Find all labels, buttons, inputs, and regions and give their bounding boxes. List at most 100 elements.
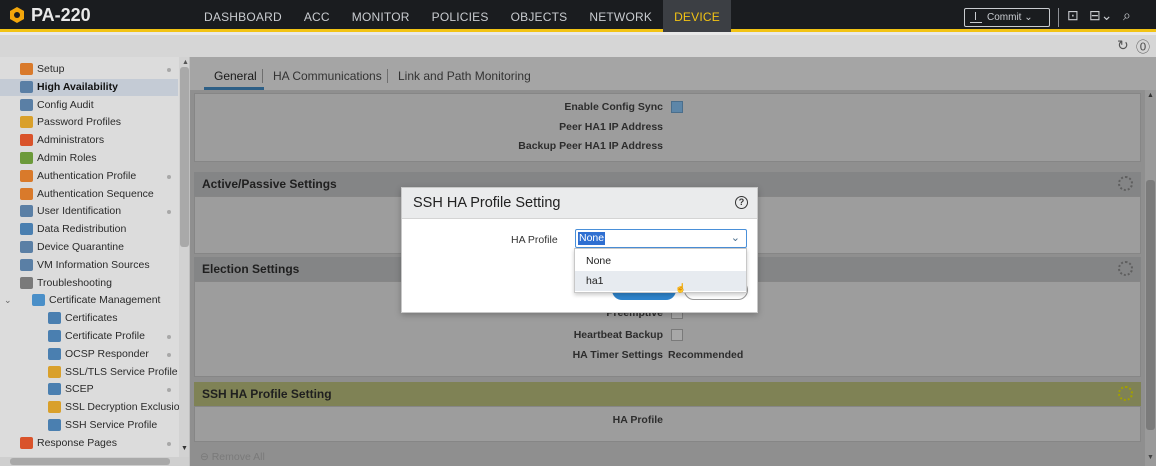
tab-link-path-monitoring[interactable]: Link and Path Monitoring <box>398 69 531 83</box>
sidebar-item-ssl-decryption-exclusion[interactable]: SSL Decryption Exclusion <box>0 399 185 416</box>
sidebar-item-vm-information-sources[interactable]: VM Information Sources <box>0 257 178 274</box>
sidebar-item-authentication-sequence[interactable]: Authentication Sequence <box>0 186 178 203</box>
field-label: Backup Peer HA1 IP Address <box>518 140 663 152</box>
sidebar-item-label: Device Quarantine <box>37 241 124 253</box>
section-title: Election Settings <box>202 262 300 276</box>
chevron-down-icon[interactable]: ⌄ <box>4 292 12 309</box>
nav-tab-acc[interactable]: ACC <box>293 0 341 32</box>
scroll-up-icon[interactable]: ▲ <box>1147 92 1154 99</box>
sidebar-item-administrators[interactable]: Administrators <box>0 132 178 149</box>
roles-icon <box>20 152 33 164</box>
sidebar-item-certificate-profile[interactable]: Certificate Profile <box>0 328 178 345</box>
top-nav-bar: PA-220 DASHBOARD ACC MONITOR POLICIES OB… <box>0 0 1156 32</box>
sidebar-item-ssl-tls-service-profile[interactable]: SSL/TLS Service Profile <box>0 364 178 381</box>
tab-general[interactable]: General <box>214 69 257 83</box>
nav-tab-device[interactable]: DEVICE <box>663 0 731 32</box>
dropdown-option-ha1[interactable]: ha1 <box>575 271 746 291</box>
help-icon[interactable]: ? <box>735 196 748 209</box>
refresh-icon[interactable]: ↻ <box>1117 37 1129 54</box>
nav-tab-objects[interactable]: OBJECTS <box>500 0 579 32</box>
divider <box>262 69 263 83</box>
status-dot <box>167 68 171 72</box>
divider <box>387 69 388 83</box>
sidebar-item-label: SSH Service Profile <box>65 419 158 431</box>
sidebar-item-scep[interactable]: SCEP <box>0 381 178 398</box>
scroll-down-icon[interactable]: ▼ <box>181 445 188 452</box>
sidebar-item-ssh-service-profile[interactable]: SSH Service Profile <box>0 417 178 434</box>
nav-tab-network[interactable]: NETWORK <box>578 0 663 32</box>
help-icon[interactable]: ⓪ <box>1136 37 1150 57</box>
sidebar-item-label: OCSP Responder <box>65 347 149 360</box>
lock-config-icon[interactable]: ⊡ <box>1067 7 1079 24</box>
sidebar-item-high-availability[interactable]: High Availability <box>0 78 178 96</box>
search-icon[interactable]: ⌕ <box>1123 7 1131 24</box>
paloalto-logo-icon <box>8 6 26 24</box>
sidebar-item-label: SSL/TLS Service Profile <box>65 365 178 378</box>
nav-tab-policies[interactable]: POLICIES <box>421 0 500 32</box>
tab-ha-communications[interactable]: HA Communications <box>273 69 382 83</box>
troubleshoot-icon <box>20 276 33 289</box>
sidebar-item-authentication-profile[interactable]: Authentication Profile <box>0 168 178 185</box>
sidebar-item-label: High Availability <box>37 80 118 93</box>
ssh-ha-profile-panel <box>194 406 1141 442</box>
redistribution-icon <box>20 223 33 236</box>
sidebar-item-label: Certificates <box>65 312 118 325</box>
sidebar-item-label: Certificate Profile <box>65 330 145 342</box>
remove-all-button[interactable]: ⊖ Remove All <box>200 451 265 463</box>
nav-tab-monitor[interactable]: MONITOR <box>341 0 421 32</box>
sidebar-item-admin-roles[interactable]: Admin Roles <box>0 150 178 167</box>
sidebar-scrollbar[interactable]: ▲ ▼ <box>179 57 189 457</box>
sidebar-item-certificate-management[interactable]: ⌄ Certificate Management <box>0 292 178 309</box>
commit-label: Commit <box>987 12 1022 23</box>
sidebar-item-label: User Identification <box>37 205 122 218</box>
sidebar-hscrollbar[interactable] <box>0 457 189 466</box>
sidebar-item-ocsp-responder[interactable]: OCSP Responder <box>0 346 178 363</box>
field-label: Peer HA1 IP Address <box>559 121 663 133</box>
chevron-down-icon: ⌄ <box>1024 12 1033 23</box>
sidebar-tree: Setup High Availability Config Audit Passwo… <box>0 57 190 466</box>
scroll-up-icon[interactable]: ▲ <box>182 59 189 66</box>
chevron-down-icon[interactable]: ⌄ <box>731 231 740 244</box>
quarantine-icon <box>20 241 33 253</box>
ssh-icon <box>48 419 61 431</box>
sidebar-item-data-redistribution[interactable]: Data Redistribution <box>0 221 178 238</box>
sidebar-item-config-audit[interactable]: Config Audit <box>0 97 178 114</box>
nav-tab-dashboard[interactable]: DASHBOARD <box>193 0 293 32</box>
sidebar-item-password-profiles[interactable]: Password Profiles <box>0 114 178 131</box>
sidebar-item-troubleshooting[interactable]: Troubleshooting <box>0 275 178 292</box>
main-scrollbar[interactable]: ▲ ▼ <box>1145 90 1156 466</box>
ha-profile-select[interactable]: None ⌄ <box>575 229 747 248</box>
sidebar-item-user-identification[interactable]: User Identification <box>0 203 178 220</box>
dropdown-option-none[interactable]: None <box>575 251 746 271</box>
sidebar-item-response-pages[interactable]: Response Pages <box>0 435 178 452</box>
scroll-down-icon[interactable]: ▼ <box>1147 454 1154 461</box>
ha-profile-dropdown: None ha1 <box>574 248 747 293</box>
enable-config-sync-checkbox[interactable] <box>671 101 683 113</box>
sidebar-item-label: Authentication Sequence <box>37 187 154 200</box>
status-dot <box>167 174 171 179</box>
sidebar-item-device-quarantine[interactable]: Device Quarantine <box>0 239 178 256</box>
sidebar-item-label: Response Pages <box>37 436 117 449</box>
setup-panel <box>194 93 1141 162</box>
hand-cursor-icon: ☝ <box>675 283 687 293</box>
sidebar-item-certificates[interactable]: Certificates <box>0 310 178 327</box>
password-icon <box>20 116 33 129</box>
cert-profile-icon <box>48 330 61 342</box>
ssh-ha-profile-header: SSH HA Profile Setting <box>194 382 1141 406</box>
sidebar-item-setup[interactable]: Setup <box>0 61 178 78</box>
gear-icon[interactable] <box>1118 176 1133 191</box>
vm-icon <box>20 258 33 271</box>
sidebar-item-label: Admin Roles <box>37 152 97 164</box>
scrollbar-thumb[interactable] <box>1146 180 1155 430</box>
scrollbar-thumb[interactable] <box>180 67 189 247</box>
commit-button[interactable]: Commit ⌄ <box>964 8 1050 27</box>
gear-icon[interactable] <box>1118 261 1133 276</box>
config-save-icon[interactable]: ⊟⌄ <box>1089 7 1112 24</box>
status-dot <box>167 210 171 215</box>
scrollbar-thumb[interactable] <box>10 458 170 465</box>
sidebar-item-label: Troubleshooting <box>37 276 112 289</box>
gear-icon[interactable] <box>1118 386 1133 401</box>
audit-icon <box>20 98 33 111</box>
section-title: Active/Passive Settings <box>202 177 337 191</box>
heartbeat-backup-checkbox[interactable] <box>671 329 683 341</box>
